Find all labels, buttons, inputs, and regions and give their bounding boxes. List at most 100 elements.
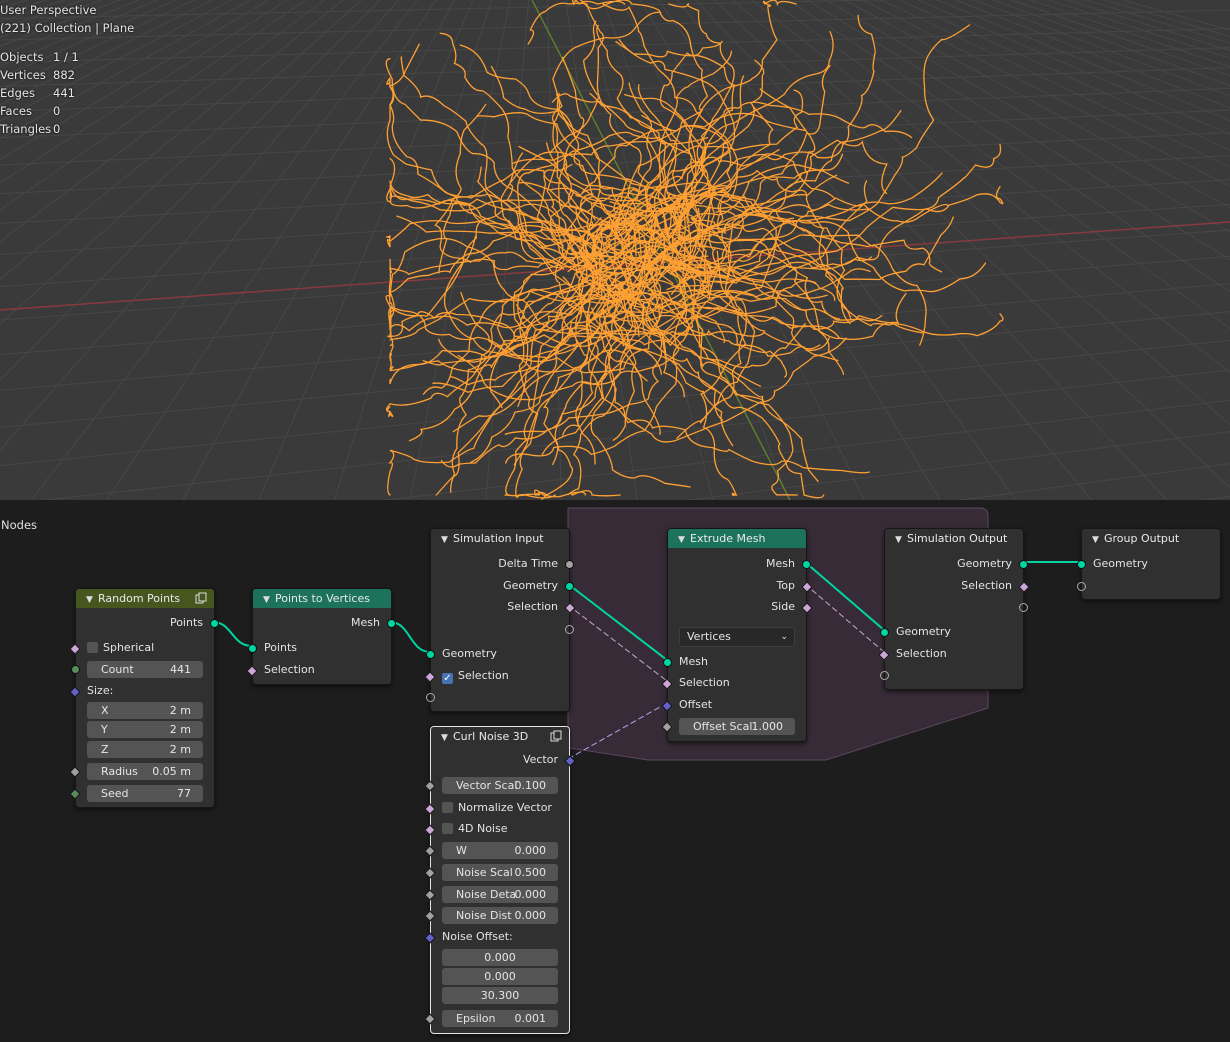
output-geometry: Geometry: [431, 577, 574, 595]
seed-field[interactable]: Seed 77: [69, 785, 203, 802]
size-y-field[interactable]: Y2 m: [87, 721, 203, 738]
noise-detail-field[interactable]: Noise Deta 0.000: [424, 886, 558, 903]
points-to-vertices-title: Points to Vertices: [275, 592, 370, 605]
link-top-selection: [804, 583, 885, 653]
simulation-input-node[interactable]: ▼ Simulation Input Delta Time Geometry Se…: [424, 528, 576, 712]
input-selection: Selection: [878, 645, 1023, 663]
input-mesh: Mesh: [663, 653, 806, 671]
3d-viewport[interactable]: User Perspective (221) Collection | Plan…: [0, 0, 1230, 500]
extrude-mesh-header[interactable]: ▼ Extrude Mesh: [668, 529, 806, 548]
extend-output-socket[interactable]: [1019, 603, 1028, 612]
geometry-input-socket[interactable]: [426, 650, 435, 659]
spherical-checkbox[interactable]: Spherical: [69, 639, 154, 656]
count-socket[interactable]: [71, 665, 80, 674]
stat-triangles: Triangles 0: [0, 122, 61, 136]
noise-offset-label: Noise Offset:: [424, 928, 569, 946]
simulation-output-node[interactable]: ▼ Simulation Output Geometry Selection Ge…: [878, 528, 1030, 690]
output-extend: [431, 620, 574, 638]
noise-distortion-field[interactable]: Noise Dist 0.000: [424, 907, 558, 924]
geometry-input-socket[interactable]: [880, 628, 889, 637]
input-selection: Selection: [661, 674, 806, 692]
collapse-chevron-icon[interactable]: ▼: [86, 591, 98, 610]
size-label: Size:: [69, 682, 214, 700]
radius-field[interactable]: Radius 0.05 m: [69, 763, 203, 780]
simulation-output-header[interactable]: ▼ Simulation Output: [885, 529, 1023, 548]
curl-noise-title: Curl Noise 3D: [453, 730, 529, 743]
extend-output-socket[interactable]: [565, 625, 574, 634]
input-selection: Selection: [246, 661, 391, 679]
output-delta-time: Delta Time: [431, 555, 574, 573]
output-points: Points: [76, 614, 219, 632]
vector-scale-field[interactable]: Vector Scal 0.100: [424, 777, 558, 794]
delta-time-socket[interactable]: [565, 560, 574, 569]
output-vector: Vector: [431, 751, 576, 769]
curl-noise-node[interactable]: ▼ Curl Noise 3D Vector Vector Scal 0.100 N…: [424, 726, 576, 1034]
normalize-checkbox[interactable]: Normalize Vector: [424, 799, 552, 816]
input-geometry: Geometry: [426, 645, 569, 663]
noise-scale-field[interactable]: Noise Scal 0.500: [424, 864, 558, 881]
node-editor[interactable]: Nodes ▼ Random Points Points Spherical Co…: [0, 502, 1230, 1042]
group-output-title: Group Output: [1104, 532, 1180, 545]
link-vector-offset: [567, 702, 668, 760]
input-extend: [1077, 577, 1220, 595]
curve-strand: [389, 157, 651, 213]
input-points: Points: [248, 639, 391, 657]
curl-noise-header[interactable]: ▼ Curl Noise 3D: [431, 727, 569, 746]
output-selection: Selection: [885, 577, 1030, 595]
input-extend: [880, 666, 1023, 684]
count-field[interactable]: Count 441: [71, 661, 203, 678]
extend-input-socket[interactable]: [1077, 582, 1086, 591]
noise-offset-x-field[interactable]: 0.000: [442, 949, 558, 966]
random-points-title: Random Points: [98, 592, 181, 605]
collapse-chevron-icon[interactable]: ▼: [1092, 531, 1104, 550]
curl-noise-curves: [385, 0, 1004, 500]
collapse-chevron-icon[interactable]: ▼: [441, 729, 453, 748]
simulation-output-title: Simulation Output: [907, 532, 1008, 545]
noise-offset-y-field[interactable]: 0.000: [442, 968, 558, 985]
mesh-socket[interactable]: [387, 619, 396, 628]
points-socket[interactable]: [210, 619, 219, 628]
w-field[interactable]: W 0.000: [424, 842, 558, 859]
mesh-output-socket[interactable]: [802, 560, 811, 569]
input-geometry: Geometry: [1077, 555, 1220, 573]
node-group-icon: [195, 592, 207, 604]
random-points-header[interactable]: ▼ Random Points: [76, 589, 214, 608]
epsilon-field[interactable]: Epsilon 0.001: [424, 1010, 558, 1027]
size-z-field[interactable]: Z2 m: [87, 741, 203, 758]
selection-checkbox[interactable]: ✓ Selection: [424, 667, 509, 684]
link-extrude-geometry: [804, 561, 885, 631]
mode-dropdown[interactable]: Vertices ⌄: [679, 627, 795, 647]
collapse-chevron-icon[interactable]: ▼: [263, 591, 275, 610]
points-to-vertices-header[interactable]: ▼ Points to Vertices: [253, 589, 391, 608]
output-selection: Selection: [431, 598, 576, 616]
offset-scale-field[interactable]: Offset Scal 1.000: [661, 718, 795, 735]
collapse-chevron-icon[interactable]: ▼: [895, 531, 907, 550]
stat-faces: Faces 0: [0, 104, 61, 118]
simulation-input-header[interactable]: ▼ Simulation Input: [431, 529, 569, 548]
output-extend: [885, 598, 1028, 616]
extend-input-socket[interactable]: [880, 671, 889, 680]
geometry-input-socket[interactable]: [1077, 560, 1086, 569]
collapse-chevron-icon[interactable]: ▼: [678, 531, 690, 550]
points-input-socket[interactable]: [248, 644, 257, 653]
viewport-collection: (221) Collection | Plane: [0, 21, 135, 35]
chevron-down-icon: ⌄: [780, 632, 788, 642]
group-output-header[interactable]: ▼ Group Output: [1082, 529, 1220, 548]
mesh-input-socket[interactable]: [663, 658, 672, 667]
collapse-chevron-icon[interactable]: ▼: [441, 531, 453, 550]
noise-offset-z-field[interactable]: 30.300: [442, 987, 558, 1004]
extrude-mesh-title: Extrude Mesh: [690, 532, 766, 545]
stat-objects: Objects 1 / 1: [0, 50, 79, 64]
points-to-vertices-node[interactable]: ▼ Points to Vertices Mesh Points Selectio…: [246, 588, 396, 685]
geometry-output-socket[interactable]: [1019, 560, 1028, 569]
random-points-node[interactable]: ▼ Random Points Points Spherical Count 441…: [69, 588, 219, 808]
geometry-output-socket[interactable]: [565, 582, 574, 591]
group-output-node[interactable]: ▼ Group Output Geometry: [1077, 528, 1221, 600]
extend-input-socket[interactable]: [426, 693, 435, 702]
output-mesh: Mesh: [253, 614, 396, 632]
link-points: [212, 621, 253, 647]
noise-4d-checkbox[interactable]: 4D Noise: [424, 820, 507, 837]
extrude-mesh-node[interactable]: ▼ Extrude Mesh Mesh Top Side Vertices ⌄ Me…: [661, 528, 813, 742]
size-x-field[interactable]: X2 m: [87, 702, 203, 719]
curve-strand: [713, 196, 1004, 337]
